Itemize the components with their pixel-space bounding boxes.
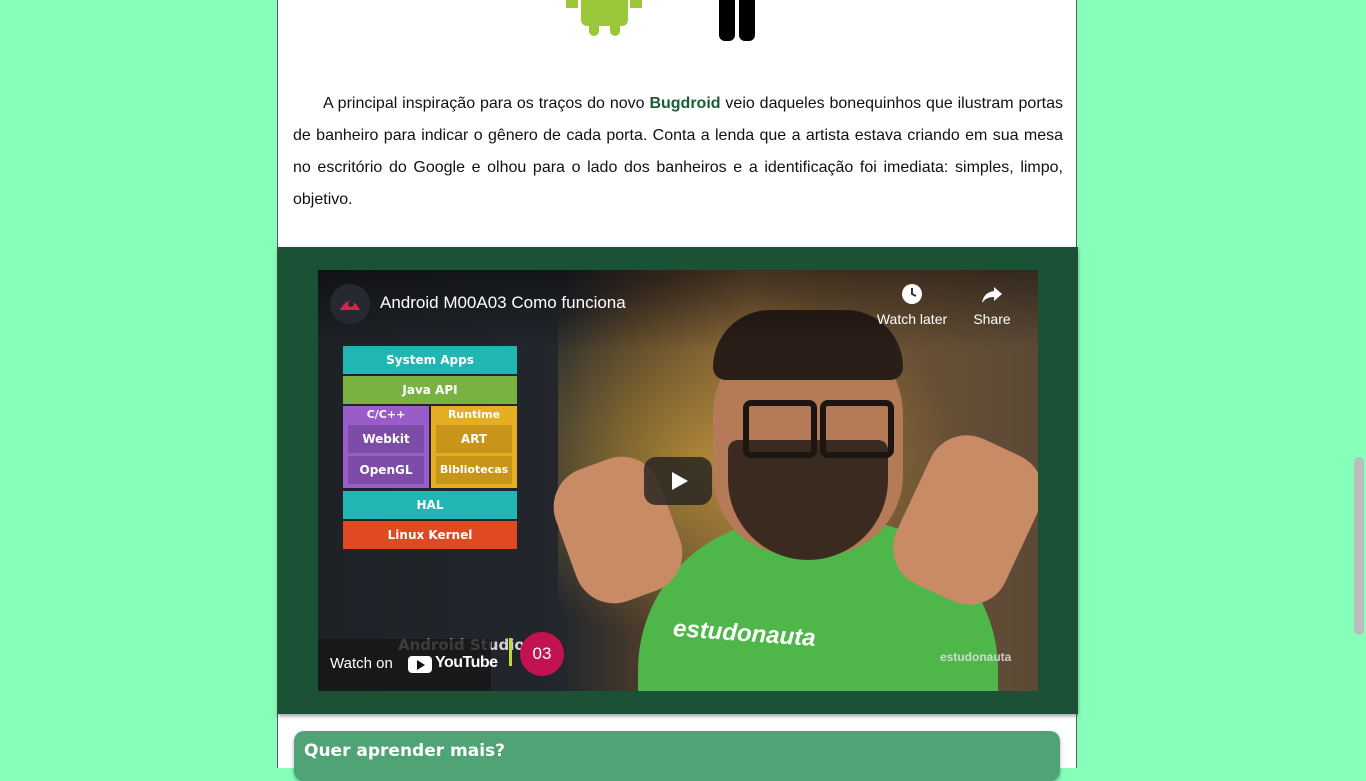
video-section: estudonauta estudonauta System Apps Java… bbox=[278, 247, 1078, 714]
youtube-wordmark: YouTube bbox=[435, 654, 498, 671]
channel-avatar[interactable] bbox=[330, 284, 370, 324]
android-foot-right bbox=[610, 20, 620, 36]
play-button[interactable] bbox=[644, 457, 712, 505]
paragraph-text-start: A principal inspiração para os traços do… bbox=[323, 95, 650, 112]
stack-bibliotecas: Bibliotecas bbox=[436, 456, 512, 484]
stack-linux-kernel: Linux Kernel bbox=[343, 521, 517, 549]
learn-more-title: Quer aprender mais? bbox=[304, 741, 506, 761]
share-label: Share bbox=[973, 311, 1011, 327]
android-foot-left bbox=[589, 20, 599, 36]
bugdroid-comparison-figure bbox=[278, 0, 1078, 60]
android-leg-left bbox=[566, 0, 578, 8]
watermark-brand-text: estudonauta bbox=[940, 650, 1012, 664]
channel-logo-icon bbox=[340, 301, 360, 310]
restroom-man-leg-right bbox=[739, 0, 755, 41]
presenter-glasses-right bbox=[820, 400, 894, 458]
youtube-play-icon bbox=[408, 656, 432, 673]
share-arrow-icon bbox=[982, 287, 1002, 303]
restroom-man-leg-left bbox=[719, 0, 735, 41]
stack-system-apps: System Apps bbox=[343, 346, 517, 374]
article-paragraph: A principal inspiração para os traços do… bbox=[293, 88, 1063, 216]
bugdroid-highlight: Bugdroid bbox=[649, 95, 721, 112]
episode-badge: 03 bbox=[520, 632, 564, 676]
stack-art: ART bbox=[436, 425, 512, 453]
youtube-embed[interactable]: estudonauta estudonauta System Apps Java… bbox=[318, 270, 1038, 691]
stack-opengl: OpenGL bbox=[348, 456, 424, 484]
overlay-separator bbox=[509, 638, 512, 666]
clock-icon bbox=[902, 284, 922, 304]
stack-java-api: Java API bbox=[343, 376, 517, 404]
article-page: A principal inspiração para os traços do… bbox=[277, 0, 1078, 781]
stack-hal: HAL bbox=[343, 491, 517, 519]
presenter-glasses-left bbox=[743, 400, 817, 458]
android-leg-right bbox=[630, 0, 642, 8]
video-title[interactable]: Android M00A03 Como funciona bbox=[380, 293, 626, 313]
stack-cpp-label: C/C++ bbox=[366, 408, 406, 421]
watch-on-label: Watch on bbox=[330, 655, 393, 672]
scrollbar-track[interactable] bbox=[1352, 0, 1366, 768]
watch-later-label: Watch later bbox=[876, 311, 948, 327]
scrollbar-thumb[interactable] bbox=[1354, 457, 1364, 635]
learn-more-box: Quer aprender mais? bbox=[294, 731, 1060, 781]
stack-runtime-label: Runtime bbox=[447, 408, 501, 421]
watch-later-button[interactable]: Watch later bbox=[870, 282, 954, 327]
stack-webkit: Webkit bbox=[348, 425, 424, 453]
share-button[interactable]: Share bbox=[966, 282, 1018, 327]
watch-on-youtube-link[interactable]: Watch on YouTube bbox=[318, 639, 498, 691]
